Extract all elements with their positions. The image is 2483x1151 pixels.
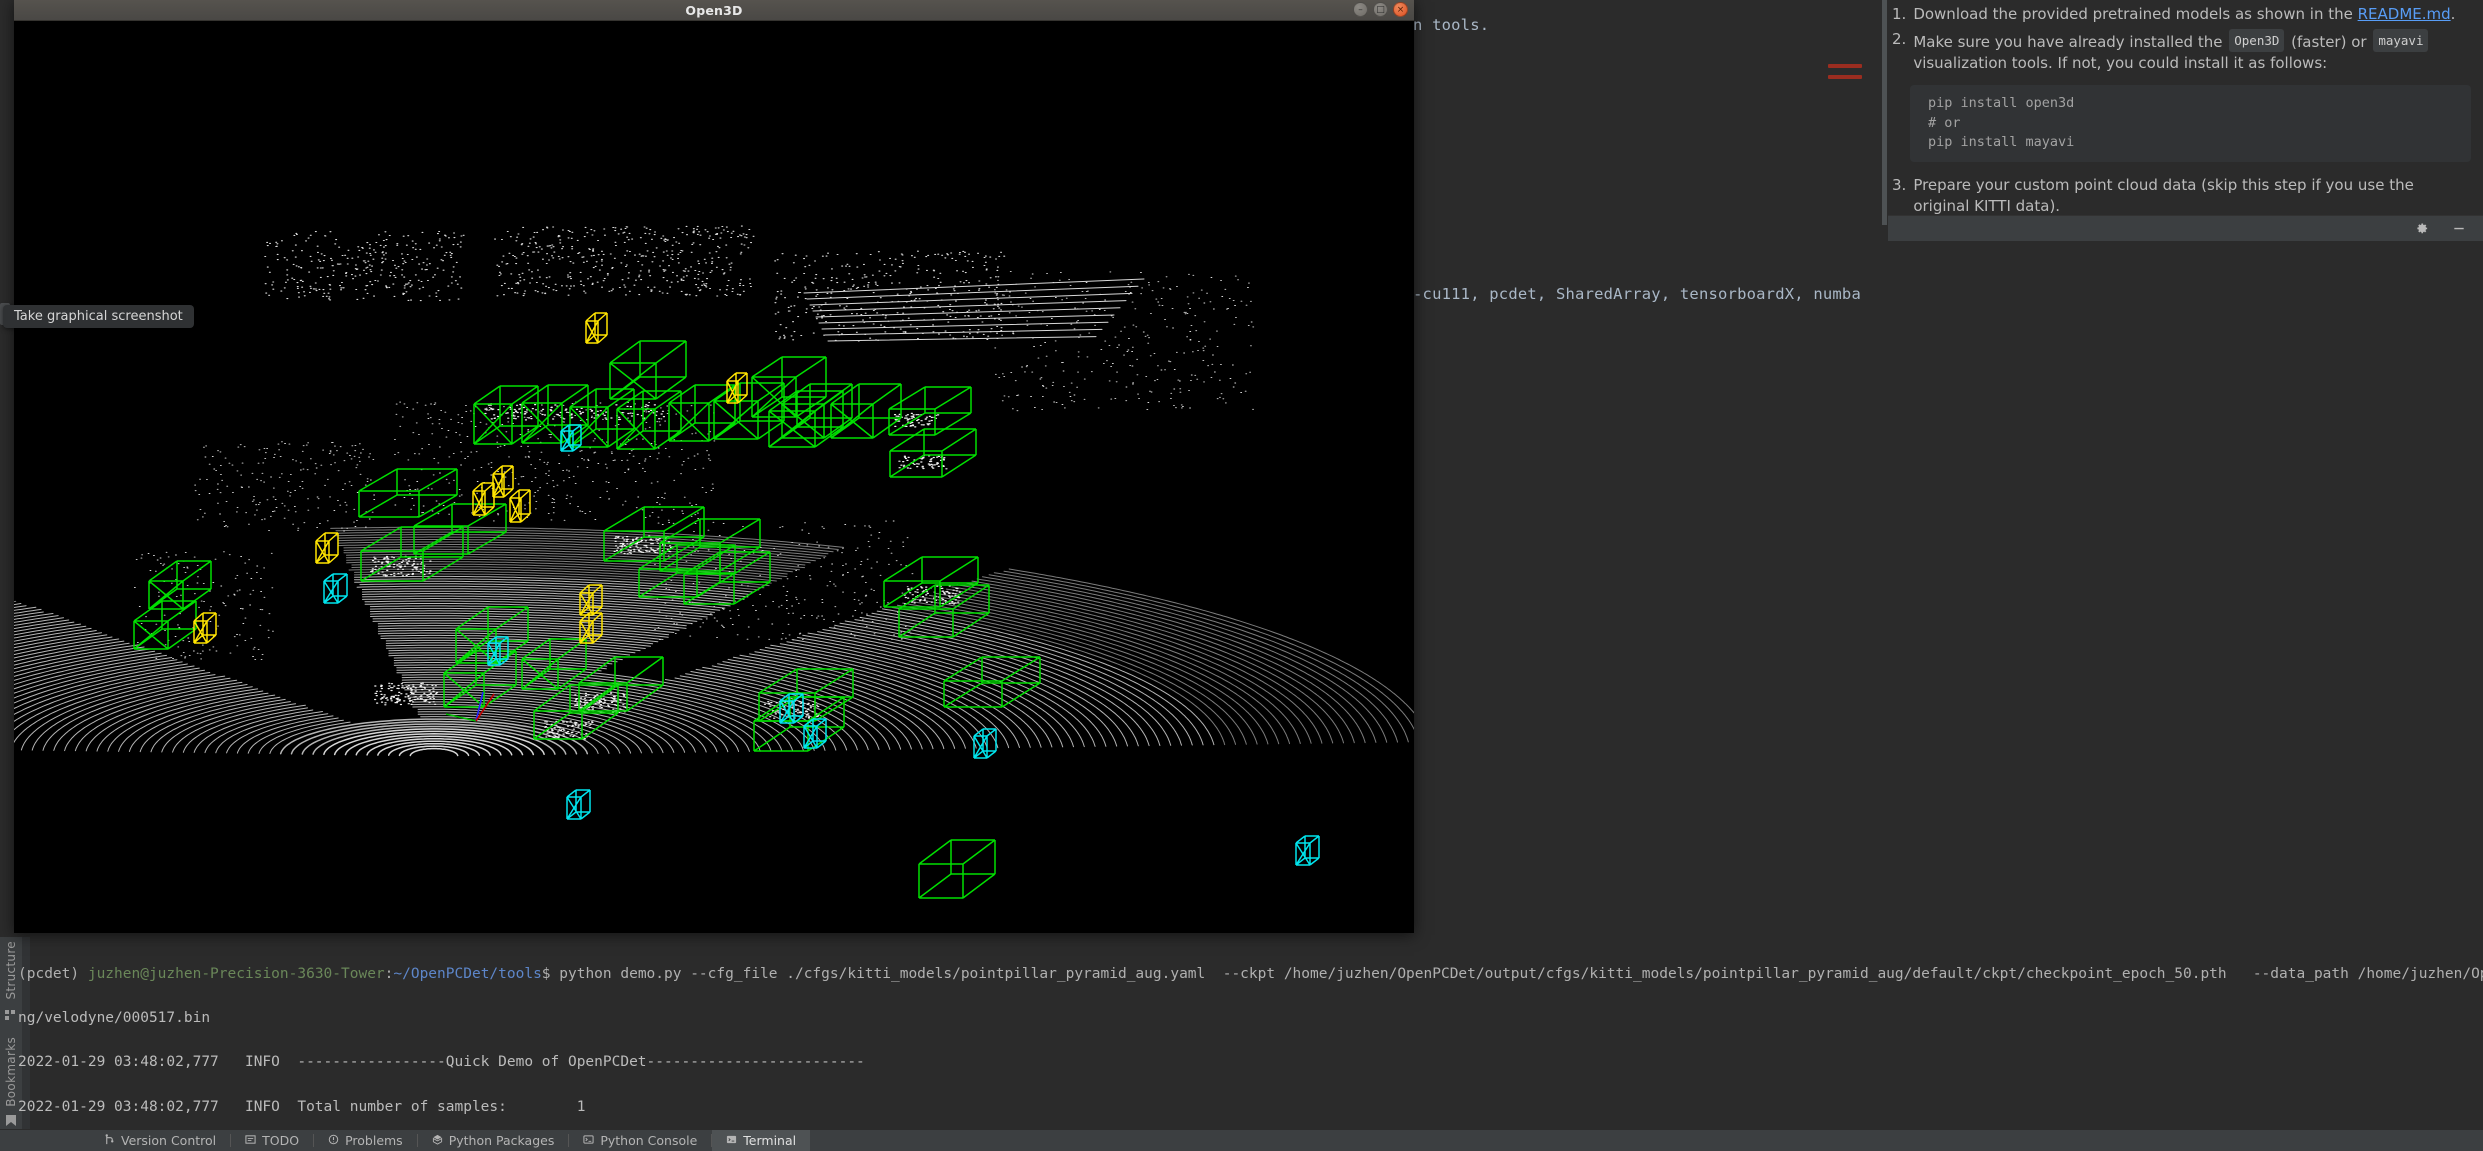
doc-item-1-prefix: Download the provided pretrained models …: [1913, 5, 2357, 23]
editor-right-divider: [1882, 0, 1887, 225]
error-marker[interactable]: [1828, 64, 1862, 68]
open3d-titlebar[interactable]: Open3D – □ ×: [14, 0, 1414, 21]
status-item-version-control[interactable]: Version Control: [90, 1130, 230, 1151]
doc-item-number: 1.: [1892, 4, 1906, 25]
doc-list-item-2: 2. Make sure you have already installed …: [1888, 29, 2483, 74]
doc-code-block[interactable]: pip install open3d # or pip install maya…: [1910, 85, 2471, 162]
screen-root: n tools. -cu111, pcdet, SharedArray, ten…: [0, 0, 2483, 1151]
doc-item-2-seg2: (faster) or: [2286, 33, 2371, 51]
problems-icon: [328, 1133, 339, 1148]
doc-item-number: 2.: [1892, 29, 1906, 74]
open3d-window-title: Open3D: [685, 3, 742, 18]
terminal-log-line: 2022-01-29 03:48:02,777 INFO Total numbe…: [18, 1096, 2483, 1118]
inline-code-mayavi: mayavi: [2373, 29, 2428, 52]
readme-link[interactable]: README.md: [2358, 5, 2451, 23]
gear-icon[interactable]: [2414, 221, 2429, 236]
close-button[interactable]: ×: [1393, 2, 1408, 17]
window-controls[interactable]: – □ ×: [1353, 2, 1408, 17]
pointcloud-svg: [14, 21, 1414, 933]
terminal-command: python demo.py --cfg_file ./cfgs/kitti_m…: [551, 966, 2483, 982]
console-icon: [583, 1133, 594, 1148]
terminal-log-line: 2022-01-29 03:48:02,777 INFO -----------…: [18, 1051, 2483, 1073]
status-bar[interactable]: Version Control TODO Problems Python Pac…: [0, 1129, 2483, 1151]
status-item-problems[interactable]: Problems: [314, 1130, 417, 1151]
terminal-icon: [726, 1133, 737, 1148]
doc-list-item-1: 1. Download the provided pretrained mode…: [1888, 4, 2483, 25]
status-item-label: Terminal: [743, 1133, 796, 1148]
terminal-path: ~/OpenPCDet/tools: [393, 966, 541, 982]
status-item-python-packages[interactable]: Python Packages: [418, 1130, 569, 1151]
terminal-user-host: juzhen@juzhen-Precision-3630-Tower: [88, 966, 385, 982]
doc-item-text: Prepare your custom point cloud data (sk…: [1913, 175, 2471, 216]
branch-icon: [104, 1133, 115, 1148]
sidebar-item-bookmarks[interactable]: Bookmarks: [4, 1037, 18, 1107]
editor-error-markers[interactable]: [1828, 64, 1864, 84]
left-tool-rail[interactable]: Structure Bookmarks: [0, 937, 22, 1151]
doc-item-number: 3.: [1892, 175, 1906, 216]
status-item-python-console[interactable]: Python Console: [569, 1130, 711, 1151]
status-item-label: Python Console: [600, 1133, 697, 1148]
doc-item-text: Download the provided pretrained models …: [1913, 4, 2471, 25]
terminal-panel[interactable]: (pcdet) juzhen@juzhen-Precision-3630-Tow…: [0, 937, 2483, 1151]
sidebar-item-structure[interactable]: Structure: [4, 941, 18, 1000]
doc-item-2-seg3: visualization tools. If not, you could i…: [1913, 54, 2327, 72]
terminal-prompt-line: (pcdet) juzhen@juzhen-Precision-3630-Tow…: [18, 963, 2483, 985]
status-item-label: Problems: [345, 1133, 403, 1148]
status-item-terminal[interactable]: Terminal: [712, 1130, 810, 1151]
doc-item-1-suffix: .: [2451, 5, 2456, 23]
terminal-env: (pcdet): [18, 966, 79, 982]
status-item-todo[interactable]: TODO: [231, 1130, 313, 1151]
todo-icon: [245, 1133, 256, 1148]
minimize-icon[interactable]: [2451, 221, 2467, 236]
doc-item-text: Make sure you have already installed the…: [1913, 29, 2471, 74]
error-marker[interactable]: [1828, 75, 1862, 79]
open3d-pointcloud-canvas[interactable]: [14, 21, 1414, 933]
terminal-wrapped-line: ng/velodyne/000517.bin: [18, 1007, 2483, 1029]
python-icon: [432, 1133, 443, 1148]
minimize-button[interactable]: –: [1353, 2, 1368, 17]
screenshot-tooltip: Take graphical screenshot: [3, 305, 194, 328]
status-item-label: Python Packages: [449, 1133, 555, 1148]
documentation-panel[interactable]: 1. Download the provided pretrained mode…: [1888, 0, 2483, 215]
terminal-dollar: $: [542, 966, 551, 982]
maximize-button[interactable]: □: [1373, 2, 1388, 17]
inline-code-open3d: Open3D: [2229, 29, 2284, 52]
doc-list-item-3: 3. Prepare your custom point cloud data …: [1888, 175, 2483, 216]
editor-text-line-1: n tools.: [1413, 16, 1489, 34]
status-item-label: TODO: [262, 1133, 299, 1148]
terminal-output[interactable]: (pcdet) juzhen@juzhen-Precision-3630-Tow…: [18, 941, 2483, 1151]
doc-item-2-seg1: Make sure you have already installed the: [1913, 33, 2227, 51]
structure-icon: [5, 1006, 17, 1025]
open3d-window[interactable]: Open3D – □ ×: [14, 0, 1414, 933]
doc-panel-toolbar[interactable]: [1888, 215, 2483, 241]
status-item-label: Version Control: [121, 1133, 216, 1148]
editor-text-line-2: -cu111, pcdet, SharedArray, tensorboardX…: [1413, 285, 1861, 303]
